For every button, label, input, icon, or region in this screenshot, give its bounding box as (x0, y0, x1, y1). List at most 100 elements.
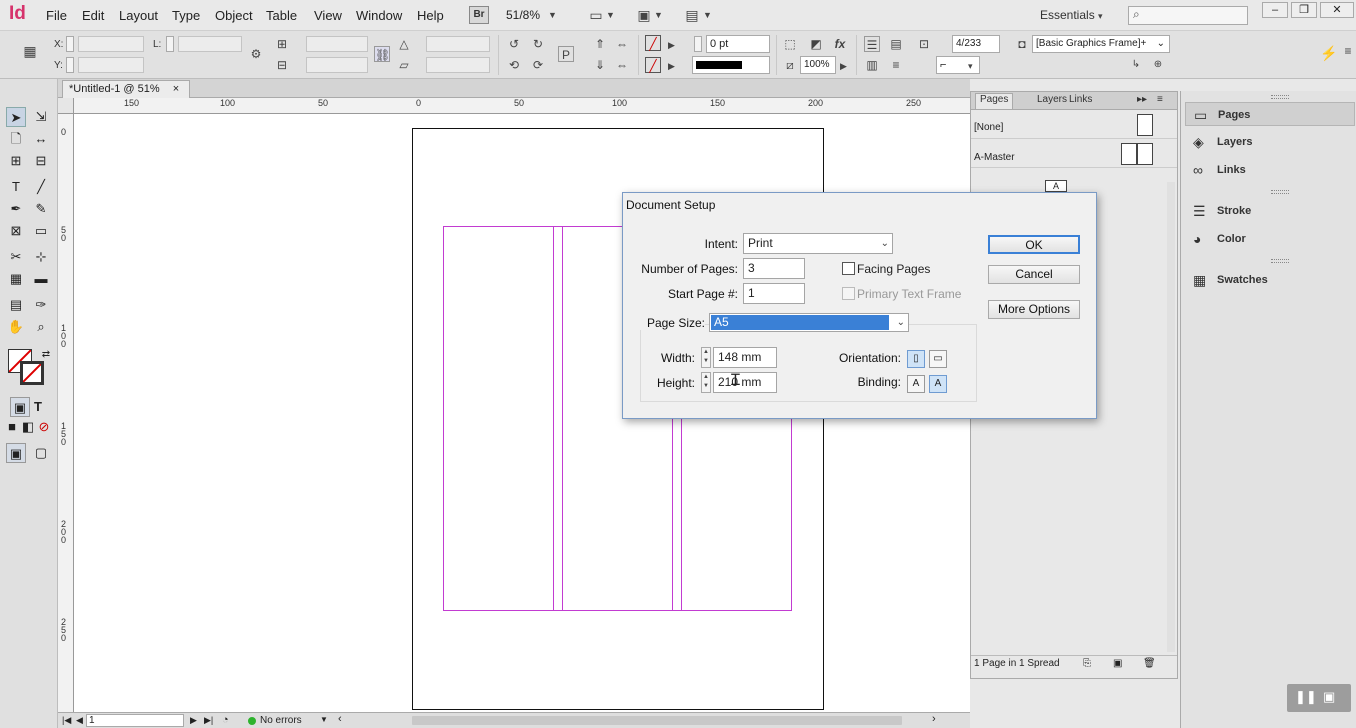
text-wrap-none-icon[interactable]: ☰ (864, 36, 880, 52)
document-tab[interactable]: *Untitled-1 @ 51% × (62, 80, 191, 98)
collapse-panel-icon[interactable]: ▸▸ (1137, 94, 1147, 105)
width-stepper[interactable]: ▲ ▼ (701, 347, 711, 368)
chevron-down-icon[interactable]: ▾ (968, 61, 973, 72)
opacity-icon[interactable]: ⧄ (782, 57, 798, 73)
delete-page-icon[interactable]: 🗑 (1143, 656, 1156, 671)
menu-object[interactable]: Object (215, 8, 253, 23)
restore-button[interactable]: ❐ (1291, 2, 1317, 18)
shear-icon[interactable]: ▱ (396, 57, 412, 73)
menu-window[interactable]: Window (356, 8, 402, 23)
portrait-orientation-icon[interactable]: ▯ (907, 350, 925, 368)
gap-tool-icon[interactable]: ↔ (31, 129, 51, 149)
content-placer-icon[interactable]: ⊟ (31, 151, 51, 171)
height-stepper[interactable]: ▲ ▼ (701, 372, 711, 393)
pause-icon[interactable]: ❚❚ (1295, 689, 1317, 705)
formatting-text-icon[interactable]: T (28, 397, 48, 417)
formatting-container-icon[interactable]: ▣ (10, 397, 30, 417)
next-page-icon[interactable]: ▶ (190, 715, 197, 726)
eyedropper-tool-icon[interactable]: ✑ (31, 295, 51, 315)
panel-scrollbar[interactable] (1167, 182, 1175, 652)
first-page-icon[interactable]: |◀ (62, 715, 71, 726)
rotate-ccw-icon[interactable]: ↺ (506, 36, 522, 52)
effects-icon[interactable]: fx (832, 36, 848, 52)
content-grabber-icon[interactable]: P (558, 46, 574, 62)
select-previous-icon[interactable]: ⇔ (614, 36, 630, 52)
stroke-weight-field[interactable]: 0 pt (706, 35, 770, 53)
bridge-button[interactable]: Br (469, 6, 489, 24)
dock-layers[interactable]: ◈ Layers (1185, 130, 1355, 154)
last-page-icon[interactable]: ▶| (204, 715, 213, 726)
previous-page-icon[interactable]: ◀ (76, 715, 83, 726)
tab-links[interactable]: Links (1069, 94, 1092, 105)
rotate-icon[interactable]: △ (396, 36, 412, 52)
scroll-right-icon[interactable]: › (932, 713, 936, 725)
ok-button[interactable]: OK (988, 235, 1080, 254)
reference-point-icon[interactable]: ▦ (22, 43, 38, 59)
rectangle-tool-icon[interactable]: ▭ (31, 221, 51, 241)
horizontal-scrollbar-thumb[interactable] (412, 716, 902, 725)
x-position-field[interactable] (78, 36, 144, 52)
y-position-field[interactable] (78, 57, 144, 73)
scale-x-icon[interactable]: ⊞ (274, 36, 290, 52)
chevron-right-icon[interactable]: ▶ (840, 61, 847, 72)
fill-swatch-icon[interactable]: ╱ (645, 35, 661, 51)
apply-none-icon[interactable]: ⊘ (34, 417, 54, 437)
swap-fill-stroke-icon[interactable]: ⇄ (36, 345, 56, 365)
arrange-documents-icon[interactable]: ▤ (684, 7, 700, 23)
workspace-switcher[interactable]: Essentials (1040, 8, 1095, 22)
chevron-down-icon[interactable]: ▾ (1098, 11, 1103, 22)
dock-links[interactable]: ∞ Links (1185, 158, 1355, 182)
chevron-down-icon[interactable]: ▼ (548, 10, 557, 20)
chevron-right-icon[interactable]: ▶ (668, 40, 675, 51)
note-tool-icon[interactable]: ▤ (6, 295, 26, 315)
panel-menu-icon[interactable]: ≡ (1157, 94, 1163, 105)
scale-y-icon[interactable]: ⊟ (274, 57, 290, 73)
preflight-status[interactable]: No errors (260, 715, 302, 726)
menu-file[interactable]: File (46, 8, 67, 23)
corner-options-icon[interactable]: ⬚ (782, 36, 798, 52)
left-binding-icon[interactable]: A (907, 375, 925, 393)
page-tool-icon[interactable]: 🗋 (6, 129, 26, 149)
menu-table[interactable]: Table (266, 8, 297, 23)
close-icon[interactable]: × (173, 83, 179, 95)
line-tool-icon[interactable]: ╱ (31, 177, 51, 197)
dock-grip[interactable] (1271, 259, 1289, 263)
video-controls[interactable]: ❚❚ ▣ (1287, 684, 1351, 712)
ruler-origin[interactable] (58, 98, 74, 114)
image-icon[interactable]: ▣ (1323, 689, 1335, 705)
close-window-button[interactable]: ✕ (1320, 2, 1354, 18)
vertical-ruler[interactable]: 0 5 0 1 0 0 1 5 0 2 0 0 2 5 0 (58, 114, 74, 712)
dock-swatches[interactable]: ▦ Swatches (1185, 268, 1355, 292)
dock-grip[interactable] (1271, 190, 1289, 194)
chevron-down-icon[interactable]: ▼ (320, 715, 328, 724)
text-wrap-jump-icon[interactable]: ≡ (888, 57, 904, 73)
object-style-select[interactable]: [Basic Graphics Frame]+ ⌄ (1032, 35, 1170, 53)
search-input[interactable]: ⌕ (1128, 6, 1248, 25)
lightning-icon[interactable]: ⚡ (1320, 45, 1337, 61)
rectangle-frame-tool-icon[interactable]: ⊠ (6, 221, 26, 241)
scale-x-field[interactable] (306, 36, 368, 52)
gradient-feather-tool-icon[interactable]: ▬ (31, 269, 51, 289)
pencil-tool-icon[interactable]: ✎ (31, 199, 51, 219)
flip-icon[interactable]: ⟲ (506, 57, 522, 73)
rotation-field[interactable] (426, 36, 490, 52)
view-options-icon[interactable]: ▭ (588, 7, 604, 23)
stroke-type-select[interactable] (692, 56, 770, 74)
height-field[interactable]: 210 mm (713, 372, 777, 393)
gradient-swatch-tool-icon[interactable]: ▦ (6, 269, 26, 289)
content-collector-icon[interactable]: ⊞ (6, 151, 26, 171)
style-options-icon[interactable]: ⊕ (1150, 57, 1166, 73)
intent-select[interactable]: Print ⌄ (743, 233, 893, 254)
dock-stroke[interactable]: ☰ Stroke (1185, 199, 1355, 223)
scale-y-field[interactable] (306, 57, 368, 73)
normal-view-icon[interactable]: ▣ (6, 443, 26, 463)
object-style-icon[interactable]: ◘ (1014, 36, 1030, 52)
flip-vertical-icon[interactable]: ⟳ (530, 57, 546, 73)
selection-tool-icon[interactable]: ➤ (6, 107, 26, 127)
page-size-icon[interactable]: ⎘ (1083, 656, 1091, 671)
screen-mode-icon[interactable]: ▣ (636, 7, 652, 23)
menu-edit[interactable]: Edit (82, 8, 104, 23)
open-document-icon[interactable]: ◔ (222, 714, 229, 726)
tab-layers[interactable]: Layers (1037, 94, 1067, 105)
panel-menu-icon[interactable]: ≡ (1340, 43, 1356, 59)
